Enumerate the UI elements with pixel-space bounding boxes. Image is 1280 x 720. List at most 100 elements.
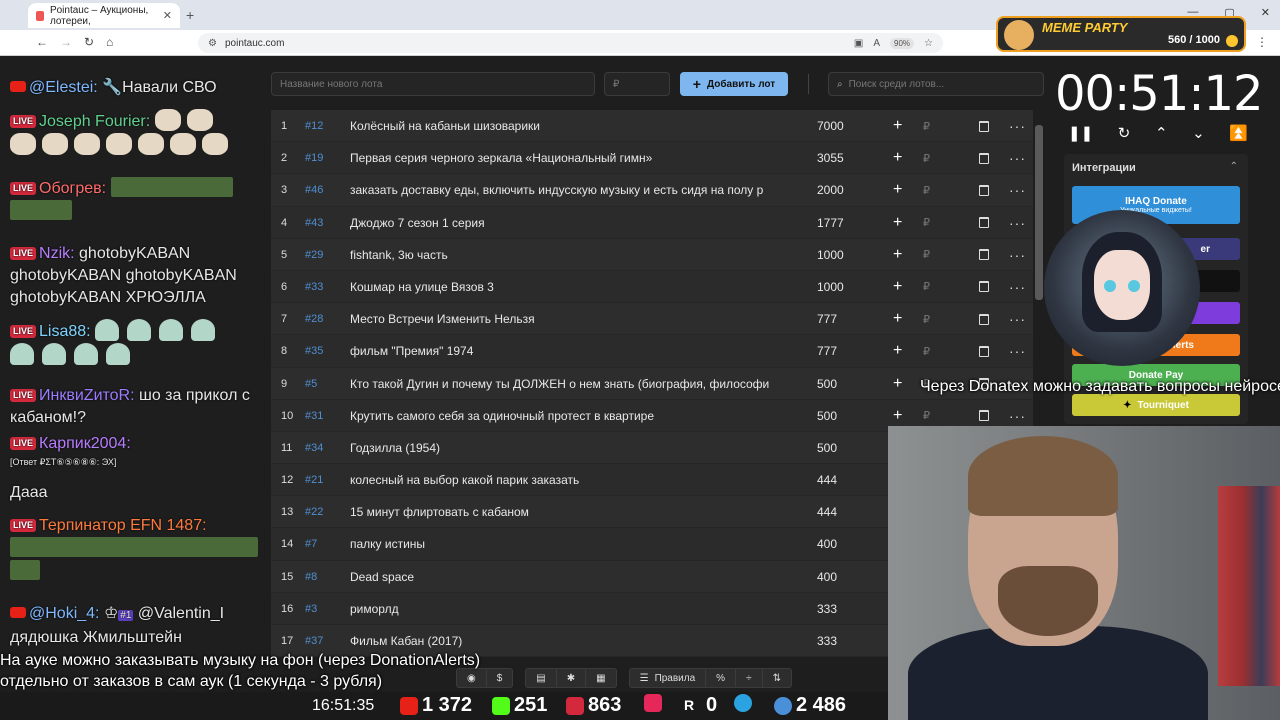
lot-id[interactable]: #31 [305,400,339,432]
lot-row[interactable]: 5 #29 fishtank, 3ю часть 1000 + ₽ ··· [271,238,1033,271]
browser-tab[interactable]: Pointauc – Аукционы, лотереи, ✕ [28,3,180,28]
lot-name[interactable]: Годзилла (1954) [350,432,790,464]
ruble-icon[interactable]: ₽ [923,142,935,174]
lot-id[interactable]: #33 [305,271,339,303]
delete-icon[interactable] [979,335,993,367]
lot-row[interactable]: 2 #19 Первая серия черного зеркала «Национ… [271,142,1033,175]
lot-amount[interactable]: 2000 [817,174,877,206]
delete-icon[interactable] [979,207,993,239]
dollar-icon[interactable]: $ [487,669,513,687]
github-icon[interactable]: ◉ [457,669,487,687]
add-amount-icon[interactable]: + [893,239,907,271]
split-icon[interactable]: ÷ [736,669,763,687]
lot-amount[interactable]: 1000 [817,271,877,303]
add-amount-icon[interactable]: + [893,110,907,142]
more-options-icon[interactable]: ··· [1009,207,1025,239]
lot-row[interactable]: 8 #35 фильм "Премия" 1974 777 + ₽ ··· [271,335,1033,368]
lot-name[interactable]: 15 минут флиртовать с кабаном [350,496,790,528]
lot-id[interactable]: #29 [305,239,339,271]
chevron-down-icon[interactable]: ⌄ [1192,124,1205,146]
add-amount-icon[interactable]: + [893,368,907,400]
ruble-icon[interactable]: ₽ [923,303,935,335]
lot-amount[interactable]: 500 [817,400,877,432]
lot-amount[interactable]: 777 [817,303,877,335]
lot-row[interactable]: 7 #28 Место Встречи Изменить Нельзя 777 + ₽ ··… [271,303,1033,336]
ruble-icon[interactable]: ₽ [923,174,935,206]
add-amount-icon[interactable]: + [893,142,907,174]
lot-id[interactable]: #19 [305,142,339,174]
lot-id[interactable]: #34 [305,432,339,464]
lot-id[interactable]: #43 [305,207,339,239]
ruble-icon[interactable]: ₽ [923,110,935,142]
lot-id[interactable]: #46 [305,174,339,206]
lot-row[interactable]: 6 #33 Кошмар на улице Вязов 3 1000 + ₽ ··· [271,270,1033,304]
amount-input[interactable]: ₽ [604,72,670,96]
reader-icon[interactable]: ▣ [854,38,863,49]
percent-button[interactable]: % [706,669,737,687]
new-lot-input[interactable]: Название нового лота [271,72,595,96]
more-options-icon[interactable]: ··· [1009,142,1025,174]
lot-name[interactable]: Крутить самого себя за одиночный протест… [350,400,790,432]
add-amount-icon[interactable]: + [893,174,907,206]
menu-icon[interactable]: ⋮ [1256,35,1268,49]
tourniquet-button[interactable]: ✦ Tourniquet [1072,394,1240,416]
lot-name[interactable]: Место Встречи Изменить Нельзя [350,303,790,335]
archive-icon[interactable]: ▦ [586,669,615,687]
double-chevron-up-icon[interactable]: ⏫ [1229,124,1248,146]
more-options-icon[interactable]: ··· [1009,110,1025,142]
site-info-icon[interactable]: ⚙ [208,38,217,49]
lot-id[interactable]: #22 [305,496,339,528]
lot-id[interactable]: #5 [305,368,339,400]
lot-row[interactable]: 4 #43 Джоджо 7 сезон 1 серия 1777 + ₽ ··· [271,206,1033,239]
ruble-icon[interactable]: ₽ [923,207,935,239]
sort-icon[interactable]: ⇅ [763,669,791,687]
lot-name[interactable]: Джоджо 7 сезон 1 серия [350,207,790,239]
chevron-up-icon[interactable]: ⌃ [1155,124,1168,146]
new-tab-icon[interactable]: + [186,7,194,23]
lot-id[interactable]: #7 [305,528,339,560]
close-window-icon[interactable]: ✕ [1261,6,1270,19]
bug-icon[interactable]: ✱ [557,669,587,687]
delete-icon[interactable] [979,142,993,174]
bookmark-star-icon[interactable]: ☆ [924,38,933,49]
zoom-level[interactable]: 90% [890,37,915,49]
reload-icon[interactable]: ↻ [84,35,94,49]
lot-row[interactable]: 1 #12 Колёсный на кабаньи шизоварики 7000 + ₽… [271,110,1033,143]
lot-amount[interactable]: 500 [817,368,877,400]
forward-icon[interactable]: → [60,35,72,49]
scrollbar[interactable] [1035,125,1043,300]
more-options-icon[interactable]: ··· [1009,271,1025,303]
lot-name[interactable]: Первая серия черного зеркала «Национальн… [350,142,790,174]
ruble-icon[interactable]: ₽ [923,271,935,303]
add-lot-button[interactable]: + Добавить лот [680,72,788,96]
lot-name[interactable]: палку истины [350,528,790,560]
lot-id[interactable]: #8 [305,561,339,593]
save-icon[interactable]: ▤ [526,669,557,687]
search-input[interactable]: ⌕ Поиск среди лотов... [828,72,1044,96]
address-bar[interactable]: ⚙ pointauc.com ▣ A 90% ☆ [198,33,943,53]
lot-amount[interactable]: 1000 [817,239,877,271]
add-amount-icon[interactable]: + [893,335,907,367]
delete-icon[interactable] [979,110,993,142]
add-amount-icon[interactable]: + [893,271,907,303]
lot-amount[interactable]: 444 [817,464,877,496]
delete-icon[interactable] [979,303,993,335]
lot-amount[interactable]: 7000 [817,110,877,142]
lot-name[interactable]: Кошмар на улице Вязов 3 [350,271,790,303]
lot-id[interactable]: #28 [305,303,339,335]
reset-icon[interactable]: ↻ [1118,124,1131,146]
delete-icon[interactable] [979,239,993,271]
lot-amount[interactable]: 400 [817,528,877,560]
lot-amount[interactable]: 777 [817,335,877,367]
collapse-icon[interactable]: ⌃ [1230,161,1238,172]
lot-amount[interactable]: 333 [817,625,877,657]
translate-icon[interactable]: A [873,38,880,49]
rules-button[interactable]: ☰ Правила [630,669,707,687]
add-amount-icon[interactable]: + [893,303,907,335]
lot-id[interactable]: #3 [305,593,339,625]
lot-name[interactable]: Кто такой Дугин и почему ты ДОЛЖЕН о нем… [350,368,790,400]
back-icon[interactable]: ← [36,35,48,49]
more-options-icon[interactable]: ··· [1009,174,1025,206]
more-options-icon[interactable]: ··· [1009,335,1025,367]
lot-amount[interactable]: 3055 [817,142,877,174]
